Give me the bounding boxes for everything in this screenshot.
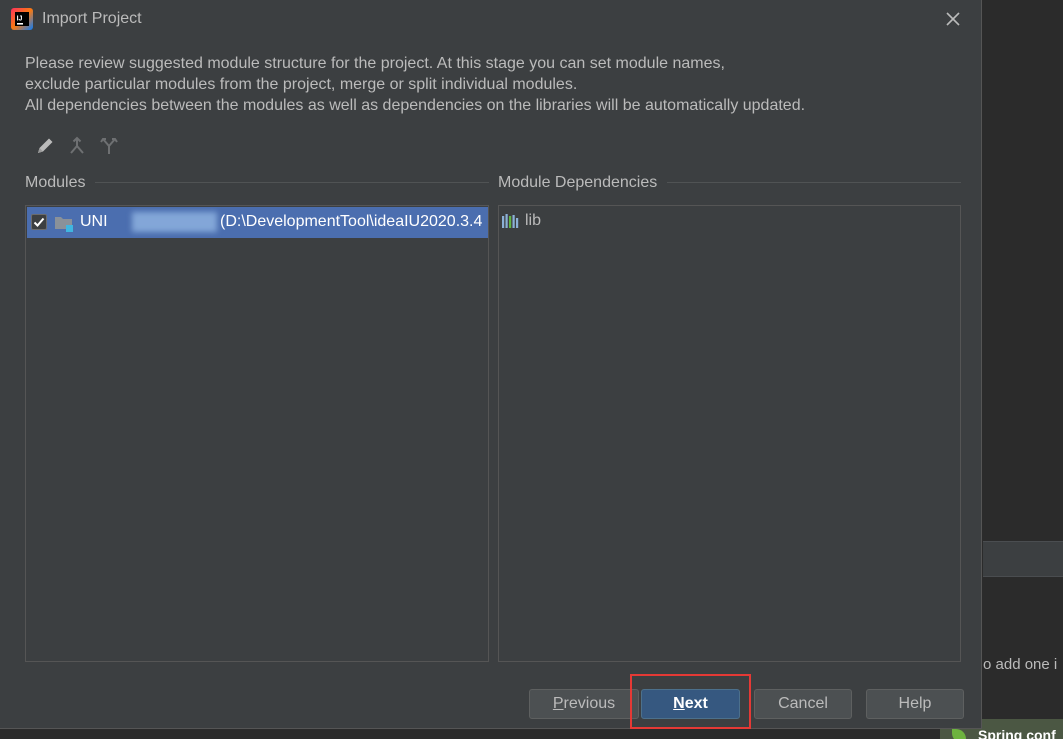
previous-label: revious <box>563 695 616 712</box>
next-mnemonic: N <box>673 695 685 712</box>
dialog-titlebar[interactable]: IJ Import Project <box>0 0 982 38</box>
description-line: All dependencies between the modules as … <box>25 97 806 114</box>
library-icon <box>502 214 519 228</box>
merge-icon <box>70 136 84 154</box>
module-name: UNI <box>80 213 108 230</box>
previous-button[interactable]: Previous <box>529 689 639 719</box>
checkmark-icon <box>33 217 45 227</box>
help-button[interactable]: Help <box>866 689 964 719</box>
close-icon[interactable] <box>940 6 966 32</box>
module-path: (D:\DevelopmentTool\ideaIU2020.3.4 <box>220 213 483 230</box>
dialog-title: Import Project <box>42 10 142 27</box>
description-line: Please review suggested module structure… <box>25 55 725 72</box>
modules-label: Modules <box>25 174 96 192</box>
rename-icon[interactable] <box>32 133 58 159</box>
background-panel-band <box>983 541 1063 577</box>
split-icon <box>100 138 118 154</box>
modules-list[interactable]: UNI (D:\DevelopmentTool\ideaIU2020.3.4 <box>25 205 489 662</box>
list-item[interactable]: UNI (D:\DevelopmentTool\ideaIU2020.3.4 <box>27 207 488 238</box>
dependency-label: lib <box>525 212 542 229</box>
background-hint-text: o add one i <box>983 656 1058 673</box>
module-folder-icon <box>55 217 73 232</box>
intellij-idea-icon: IJ <box>11 8 33 30</box>
import-project-dialog: IJ Import Project Please review suggeste… <box>0 0 982 729</box>
redacted-module-name <box>132 212 217 232</box>
previous-mnemonic: P <box>552 695 564 712</box>
next-button[interactable]: Next <box>641 689 740 719</box>
description-line: exclude particular modules from the proj… <box>25 76 578 93</box>
dependencies-list[interactable]: lib <box>498 205 961 662</box>
dialog-description: Please review suggested module structure… <box>25 53 955 116</box>
svg-text:IJ: IJ <box>17 16 23 23</box>
next-label: ext <box>684 695 708 712</box>
dependencies-label: Module Dependencies <box>498 174 668 192</box>
spring-leaf-icon <box>952 729 966 739</box>
spring-notification-label: Spring conf <box>978 727 1056 739</box>
cancel-button[interactable]: Cancel <box>754 689 852 719</box>
module-checkbox[interactable] <box>31 214 47 230</box>
